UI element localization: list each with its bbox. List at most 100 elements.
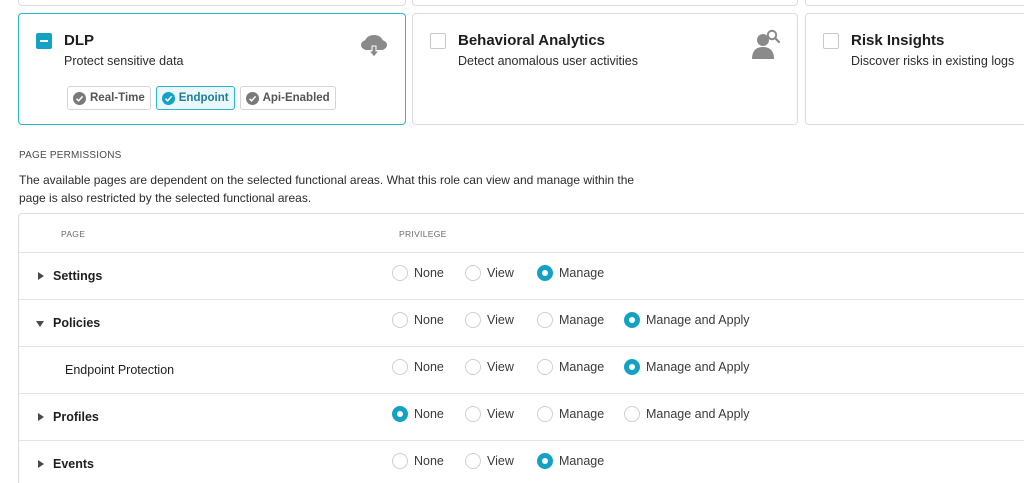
radio-unselected[interactable]	[392, 359, 408, 375]
cloud-download-icon	[360, 32, 388, 63]
caret-down-icon[interactable]	[36, 319, 45, 328]
privilege-label: None	[414, 266, 444, 280]
privilege-option[interactable]: Manage	[537, 453, 604, 469]
radio-unselected[interactable]	[392, 265, 408, 281]
privilege-option[interactable]: Manage and Apply	[624, 359, 750, 375]
card-edge	[805, 0, 1024, 6]
column-header-privilege: PRIVILEGE	[399, 229, 447, 239]
privilege-option[interactable]: None	[392, 453, 444, 469]
card-title: Behavioral Analytics	[458, 32, 606, 49]
privilege-option[interactable]: View	[465, 312, 514, 328]
radio-unselected[interactable]	[392, 312, 408, 328]
check-circle-icon	[73, 91, 86, 105]
privilege-option[interactable]: Manage and Apply	[624, 312, 750, 328]
radio-selected[interactable]	[537, 453, 553, 469]
privilege-label: Manage	[559, 313, 605, 327]
privilege-option[interactable]: View	[465, 265, 514, 281]
risk-insights-checkbox[interactable]	[823, 33, 839, 49]
privilege-label: Manage	[559, 407, 605, 421]
tag-label: Real-Time	[90, 92, 145, 104]
privilege-label: View	[487, 313, 514, 327]
behavioral-analytics-checkbox[interactable]	[430, 33, 446, 49]
dlp-tags: Real-Time Endpoint Api-Enabled	[67, 86, 336, 110]
card-description: Detect anomalous user activities	[458, 54, 638, 68]
caret-right-icon[interactable]	[36, 412, 45, 422]
privilege-option[interactable]: View	[465, 453, 514, 469]
dlp-checkbox[interactable]	[36, 33, 52, 49]
privilege-option[interactable]: None	[392, 406, 444, 422]
row-label: Profiles	[53, 410, 99, 424]
radio-selected[interactable]	[392, 406, 408, 422]
radio-selected[interactable]	[624, 359, 640, 375]
caret-right-icon[interactable]	[36, 271, 45, 281]
privilege-label: None	[414, 360, 444, 374]
privilege-label: View	[487, 454, 514, 468]
section-heading: PAGE PERMISSIONS	[19, 150, 122, 161]
row-page-name[interactable]: Events	[36, 457, 94, 471]
column-header-page: PAGE	[61, 229, 86, 239]
privilege-label: View	[487, 266, 514, 280]
row-label: Settings	[53, 269, 103, 283]
table-row: Events None View Manage	[19, 441, 1024, 483]
table-row: Endpoint Protection None View Manage Manage …	[19, 347, 1024, 394]
row-page-name[interactable]: Settings	[36, 269, 102, 283]
card-behavioral-analytics[interactable]: Behavioral Analytics Detect anomalous us…	[412, 13, 798, 125]
privilege-label: Manage	[559, 266, 605, 280]
caret-right-icon[interactable]	[36, 459, 45, 469]
table-row: Policies None View Manage Manage and Apply	[19, 300, 1024, 347]
tag-label: Endpoint	[178, 92, 229, 104]
privilege-option[interactable]: Manage	[537, 312, 604, 328]
card-description: Discover risks in existing logs	[851, 54, 1015, 68]
privilege-option[interactable]: None	[392, 312, 444, 328]
tag-api-enabled[interactable]: Api-Enabled	[239, 86, 336, 110]
radio-unselected[interactable]	[537, 312, 553, 328]
user-search-icon	[751, 28, 781, 65]
tag-real-time[interactable]: Real-Time	[67, 86, 151, 110]
radio-selected[interactable]	[537, 265, 553, 281]
card-title: Risk Insights	[851, 32, 945, 49]
tag-label: Api-Enabled	[262, 92, 330, 104]
table-header: PAGE PRIVILEGE	[19, 214, 1024, 253]
privilege-label: View	[487, 407, 514, 421]
radio-unselected[interactable]	[465, 406, 481, 422]
radio-unselected[interactable]	[392, 453, 408, 469]
privilege-option[interactable]: Manage	[537, 359, 604, 375]
privilege-option[interactable]: Manage and Apply	[624, 406, 750, 422]
radio-unselected[interactable]	[465, 312, 481, 328]
privilege-label: None	[414, 454, 444, 468]
permissions-table: PAGE PRIVILEGE Settings None View Manage Pol…	[18, 213, 1024, 483]
radio-unselected[interactable]	[537, 359, 553, 375]
card-edge	[18, 0, 406, 6]
row-label: Endpoint Protection	[65, 363, 175, 377]
card-dlp[interactable]: DLP Protect sensitive data Real-Time End…	[18, 13, 406, 125]
row-label: Policies	[53, 316, 101, 330]
radio-selected[interactable]	[624, 312, 640, 328]
privilege-label: Manage and Apply	[646, 407, 750, 421]
radio-unselected[interactable]	[465, 359, 481, 375]
privilege-option[interactable]: Manage	[537, 265, 604, 281]
radio-unselected[interactable]	[465, 265, 481, 281]
privilege-option[interactable]: View	[465, 359, 514, 375]
privilege-option[interactable]: Manage	[537, 406, 604, 422]
card-title: DLP	[64, 32, 94, 49]
row-page-name[interactable]: Profiles	[36, 410, 99, 424]
radio-unselected[interactable]	[537, 406, 553, 422]
table-row: Profiles None View Manage Manage and Apply	[19, 394, 1024, 441]
privilege-label: View	[487, 360, 514, 374]
table-row: Settings None View Manage	[19, 253, 1024, 300]
card-risk-insights[interactable]: Risk Insights Discover risks in existing…	[805, 13, 1024, 125]
row-page-name: Endpoint Protection	[65, 363, 174, 377]
radio-unselected[interactable]	[624, 406, 640, 422]
card-description: Protect sensitive data	[64, 54, 184, 68]
privilege-label: Manage	[559, 360, 605, 374]
privilege-label: Manage	[559, 454, 605, 468]
privilege-label: None	[414, 313, 444, 327]
row-page-name[interactable]: Policies	[36, 316, 100, 330]
privilege-option[interactable]: None	[392, 265, 444, 281]
card-edge	[412, 0, 798, 6]
row-label: Events	[53, 457, 94, 471]
tag-endpoint[interactable]: Endpoint	[155, 86, 235, 110]
radio-unselected[interactable]	[465, 453, 481, 469]
privilege-option[interactable]: None	[392, 359, 444, 375]
privilege-option[interactable]: View	[465, 406, 514, 422]
